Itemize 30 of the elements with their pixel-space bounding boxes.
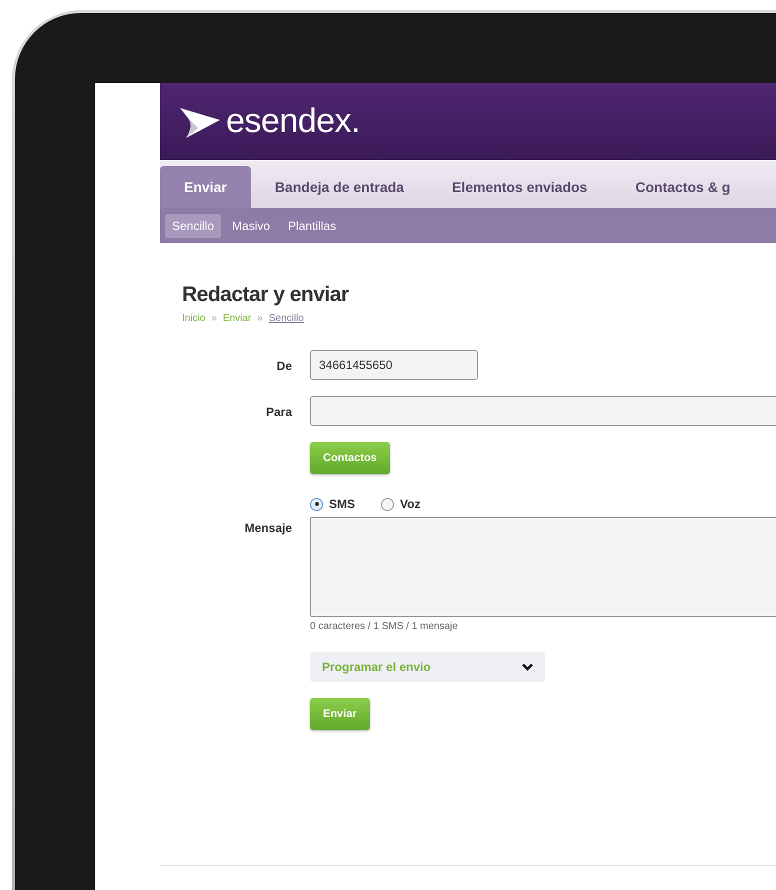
- breadcrumb-link[interactable]: Inicio: [182, 313, 206, 324]
- subnav-tab[interactable]: Sencillo: [165, 214, 222, 238]
- breadcrumb-link[interactable]: Enviar: [222, 313, 252, 324]
- radio-icon[interactable]: [381, 498, 394, 510]
- subnav-tab[interactable]: Plantillas: [281, 214, 344, 238]
- character-counter: 0 caracteres / 1 SMS / 1 mensaje: [310, 621, 459, 632]
- subnav-tab[interactable]: Masivo: [225, 214, 278, 238]
- send-button[interactable]: Enviar: [310, 698, 370, 730]
- radio-option[interactable]: Voz: [381, 497, 420, 511]
- nav-tab[interactable]: Contactos & g: [611, 166, 754, 208]
- schedule-dropdown[interactable]: Programar el envio: [310, 652, 545, 682]
- breadcrumb-link[interactable]: Sencillo: [268, 313, 304, 324]
- message-label: Mensaje: [244, 520, 292, 535]
- chevron-down-icon: [522, 663, 533, 671]
- contacts-button[interactable]: Contactos: [310, 442, 390, 474]
- breadcrumb-separator: »: [257, 313, 263, 324]
- from-field[interactable]: 34661455650: [310, 350, 478, 380]
- logo-arrow-icon: [180, 106, 220, 138]
- nav-tab[interactable]: Enviar: [160, 166, 251, 208]
- radio-icon[interactable]: [310, 498, 323, 510]
- nav-tab[interactable]: Elementos enviados: [428, 166, 612, 208]
- radio-option[interactable]: SMS: [310, 497, 356, 511]
- breadcrumb-separator: »: [211, 313, 217, 324]
- to-label: Para: [264, 404, 292, 419]
- from-label: De: [276, 358, 292, 373]
- to-field[interactable]: [310, 396, 776, 426]
- page-title: Redactar y enviar: [182, 283, 350, 307]
- nav-tab[interactable]: Bandeja de entrada: [250, 166, 428, 208]
- message-field[interactable]: [310, 517, 776, 617]
- logo-text: esendex.: [226, 102, 360, 141]
